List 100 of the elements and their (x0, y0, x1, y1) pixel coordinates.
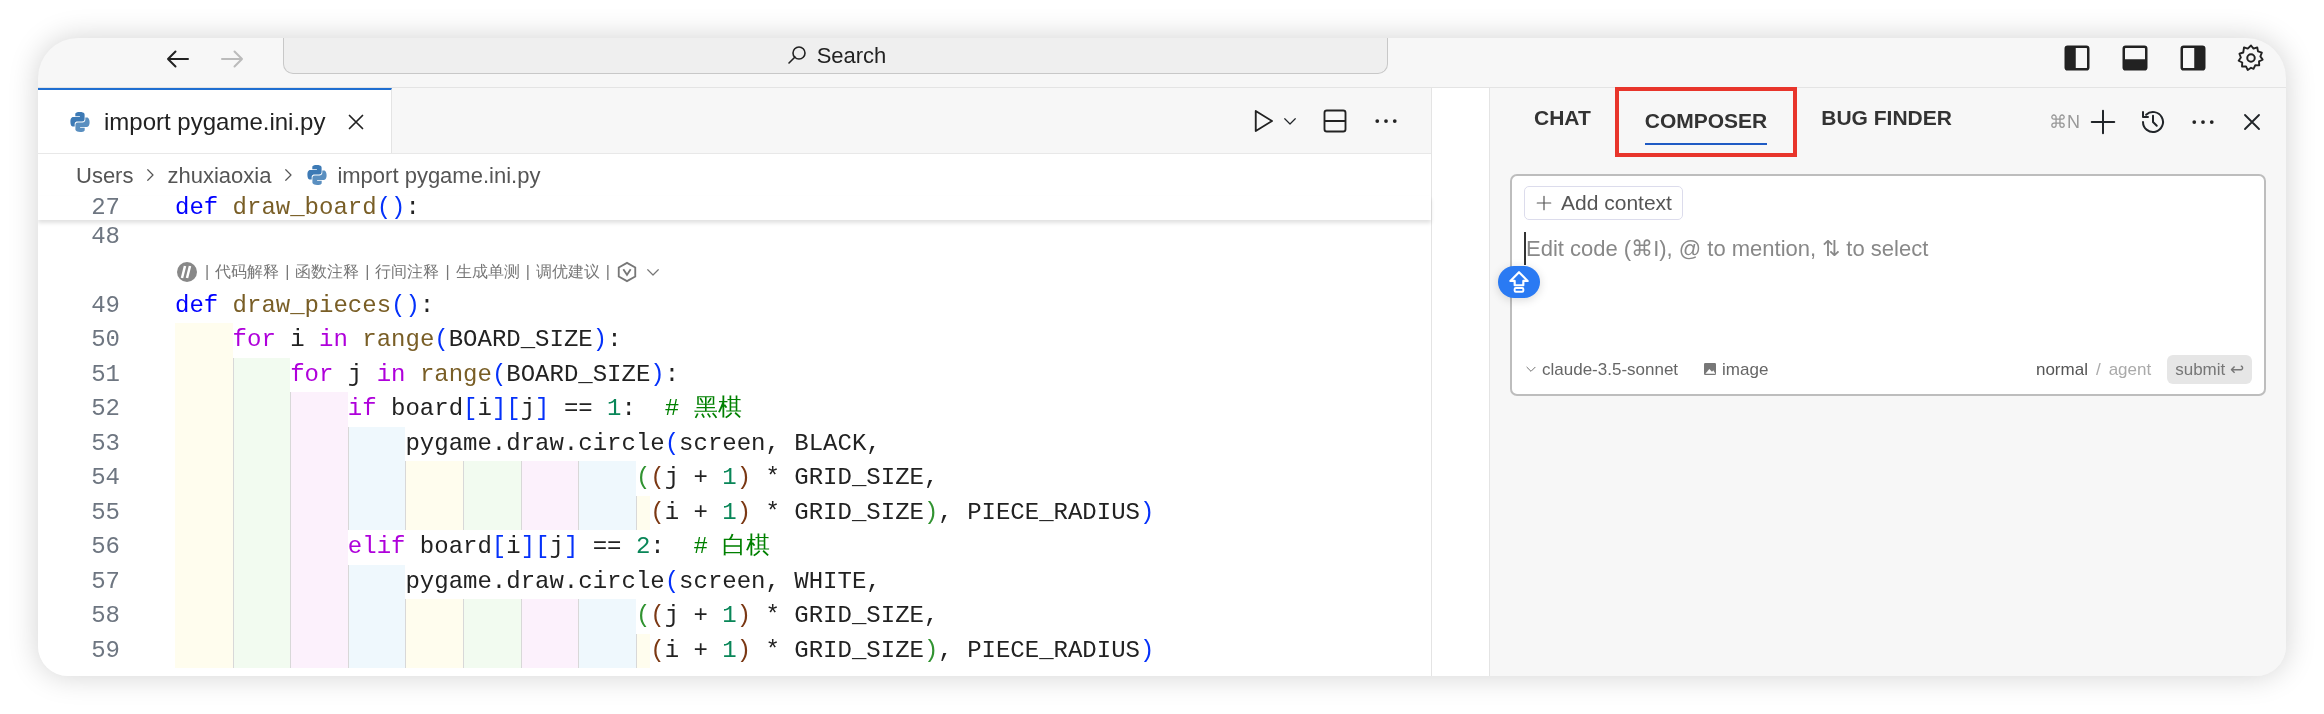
code-token: ( (434, 325, 449, 355)
upload-arrow-icon (1506, 269, 1532, 295)
code-token: for (175, 357, 334, 392)
line-number: 48 (90, 222, 120, 252)
code-token: == (562, 394, 594, 424)
code-token: : (621, 394, 637, 424)
breadcrumb-item[interactable]: zhuxiaoxia (167, 158, 272, 192)
shortcut-hint: ⌘N (2049, 110, 2080, 134)
code-token: ) (736, 497, 752, 528)
code-token: ) (1140, 635, 1155, 666)
codelens-link[interactable]: 生成单测 (455, 259, 520, 284)
mode-separator: / (2095, 358, 2101, 381)
code-token: * GRID_SIZE (764, 497, 924, 528)
code-token: == (591, 532, 623, 562)
code-token: ) (650, 359, 665, 390)
image-button[interactable]: image (1702, 356, 1769, 382)
code-token: pygame.draw.circle (175, 564, 665, 599)
code-token: : (664, 359, 680, 390)
plus-icon (1535, 193, 1553, 212)
submit-button[interactable]: submit ↩ (2167, 354, 2252, 384)
codelens-link[interactable]: 代码解释 (215, 259, 280, 284)
code-token: , PIECE_RADIUS (938, 497, 1140, 528)
code-token: : (607, 325, 622, 355)
breadcrumb-item[interactable]: import pygame.ini.py (337, 158, 541, 192)
code-token: elif (175, 530, 406, 565)
code-token: 1 (722, 635, 737, 666)
code-token: draw_board (232, 196, 377, 220)
code-token: ) (923, 635, 939, 666)
code-token: for (175, 323, 276, 358)
code-token: 1 (607, 394, 622, 424)
code-token: : (405, 196, 420, 220)
code-token: j + (664, 601, 709, 631)
search-field[interactable]: Search (283, 38, 1388, 74)
code-token: range (362, 325, 435, 355)
code-token: in (376, 359, 407, 390)
code-token: i (506, 532, 521, 562)
plugin-logo-icon (175, 259, 199, 284)
code-token: ) (592, 325, 608, 355)
code-token: 1 (722, 497, 737, 528)
code-token: def (175, 290, 220, 321)
code-token: ) (736, 635, 752, 666)
code-token: ] (563, 532, 579, 562)
code-token: i + (664, 497, 709, 528)
separator: | (605, 261, 610, 282)
line-number: 58 (90, 601, 120, 631)
separator: | (445, 261, 450, 282)
code-token: board (390, 394, 464, 424)
line-number: 57 (90, 566, 120, 597)
code-token: ( (491, 359, 507, 390)
code-token: 2 (635, 532, 651, 562)
code-token: draw_pieces (232, 290, 392, 321)
code-token: ][ (520, 532, 550, 562)
code-token: pygame.draw.circle (175, 426, 665, 461)
panel-tab[interactable]: CHAT (1510, 90, 1615, 154)
code-token: screen, BLACK, (679, 428, 881, 459)
code-token: screen, WHITE, (679, 566, 881, 597)
code-token: * GRID_SIZE, (764, 601, 939, 631)
mode-option[interactable]: normal (2035, 356, 2088, 382)
code-token: j + (664, 463, 709, 493)
code-token: BOARD_SIZE (506, 359, 651, 390)
code-token: ( (664, 428, 680, 459)
code-token: j (346, 359, 364, 390)
plus-icon[interactable] (2088, 107, 2118, 137)
code-token: [ (491, 532, 507, 562)
line-number: 55 (90, 497, 120, 528)
panel-tab[interactable]: BUG FINDER (1797, 90, 1976, 154)
panel-tab[interactable]: COMPOSER (1614, 87, 1798, 157)
code-token: # 白棋 (693, 532, 771, 562)
code-token: ) (1140, 497, 1155, 528)
editor-tab[interactable]: import pygame.ini.py (38, 88, 393, 153)
breadcrumb-item[interactable]: Users (76, 158, 134, 192)
line-number: 56 (90, 532, 120, 562)
settings-icon[interactable] (2236, 42, 2266, 73)
code-token: ) (736, 601, 752, 631)
code-token: 1 (722, 463, 737, 493)
code-token: ( (650, 463, 665, 493)
code-token: j (549, 532, 564, 562)
code-token: : (650, 532, 666, 562)
floating-action-button[interactable] (1498, 266, 1540, 298)
codelens-link[interactable]: 调优建议 (535, 259, 600, 284)
code-token: [ (463, 394, 478, 424)
code-token: i (477, 394, 492, 424)
codelens-link[interactable]: 函数注释 (295, 259, 360, 284)
ai-logo-icon (615, 260, 638, 283)
python-icon (68, 109, 92, 134)
code-token: ) (923, 497, 939, 528)
code-token: BOARD_SIZE (448, 325, 593, 355)
line-number: 53 (90, 428, 120, 459)
line-number: 59 (90, 635, 120, 666)
code-token: i (289, 325, 306, 355)
separator: | (525, 261, 530, 282)
codelens-link[interactable]: 行间注释 (375, 259, 440, 284)
code-token: j (520, 394, 536, 424)
code-token: , PIECE_RADIUS (938, 635, 1140, 666)
separator: | (285, 261, 290, 282)
line-number: 51 (90, 359, 120, 390)
add-context-button[interactable]: Add context (1524, 186, 1683, 220)
code-token: ) (736, 463, 752, 493)
line-number: 49 (90, 290, 120, 321)
model-selector[interactable]: claude-3.5-sonnet (1524, 356, 1679, 382)
